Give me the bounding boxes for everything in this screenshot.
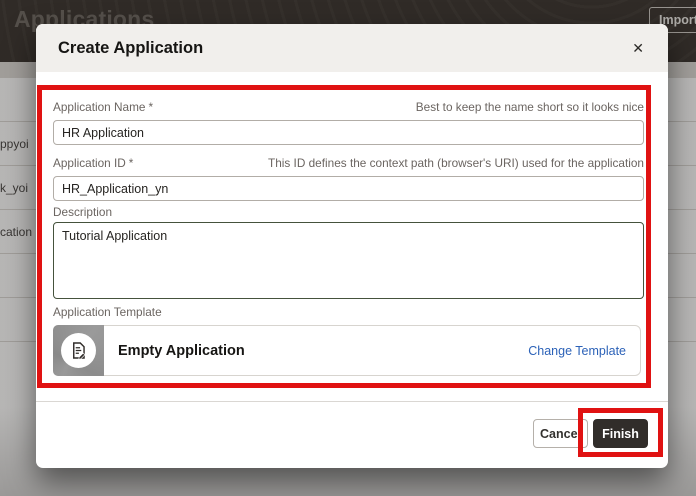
footer-divider: [36, 401, 668, 402]
template-name: Empty Application: [118, 343, 245, 359]
template-card: Empty Application Change Template: [53, 325, 641, 376]
create-application-dialog: Create Application ✕ Application Name* B…: [36, 24, 668, 468]
application-name-hint: Best to keep the name short so it looks …: [416, 100, 644, 114]
close-icon[interactable]: ✕: [628, 37, 648, 59]
application-name-label-row: Application Name* Best to keep the name …: [53, 100, 644, 114]
application-name-input[interactable]: [53, 120, 644, 145]
dialog-header: Create Application ✕: [36, 24, 668, 72]
change-template-link[interactable]: Change Template: [528, 344, 626, 358]
description-textarea[interactable]: Tutorial Application: [53, 222, 644, 299]
application-id-label: Application ID*: [53, 156, 133, 170]
application-id-input[interactable]: [53, 176, 644, 201]
application-id-hint: This ID defines the context path (browse…: [268, 156, 644, 170]
cancel-button[interactable]: Cancel: [533, 419, 588, 448]
description-label: Description: [53, 205, 112, 219]
dialog-title: Create Application: [58, 39, 203, 58]
document-edit-icon: [61, 333, 96, 368]
required-marker: *: [148, 100, 153, 114]
required-marker: *: [129, 156, 134, 170]
finish-button[interactable]: Finish: [593, 419, 648, 448]
application-id-label-row: Application ID* This ID defines the cont…: [53, 156, 644, 170]
application-template-label: Application Template: [53, 305, 162, 319]
application-name-label: Application Name*: [53, 100, 153, 114]
template-icon-tile: [53, 325, 104, 376]
